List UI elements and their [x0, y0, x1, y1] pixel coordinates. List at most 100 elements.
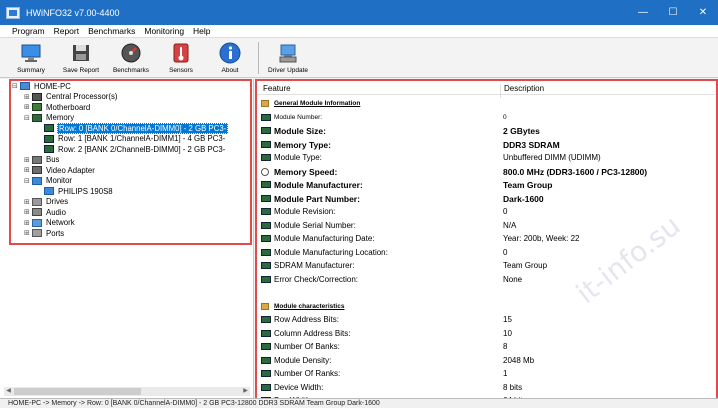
- description-cell: 8 bits: [503, 382, 523, 392]
- detail-row[interactable]: Module Manufacturing Date: Year: 200b, We…: [257, 232, 715, 246]
- feature-column-header[interactable]: Feature: [263, 84, 291, 93]
- memory-module-icon: [261, 329, 271, 337]
- close-button[interactable]: ✕: [688, 0, 718, 25]
- driver-update-icon: [276, 41, 300, 65]
- detail-row[interactable]: Module Manufacturer: Team Group: [257, 178, 715, 192]
- description-cell: 2 GBytes: [503, 126, 540, 136]
- dimm-icon: [44, 124, 54, 133]
- tree-node[interactable]: ⊞ Drives: [12, 197, 250, 208]
- section-header[interactable]: Module characteristics: [257, 300, 715, 314]
- detail-row[interactable]: Module Number: 0: [257, 111, 715, 125]
- tree-node[interactable]: ⊞ Central Processor(s): [12, 92, 250, 103]
- expand-icon[interactable]: ⊞: [24, 219, 32, 227]
- summary-button[interactable]: Summary: [14, 41, 48, 77]
- tree-node[interactable]: ⊞ Motherboard: [12, 102, 250, 113]
- memory-module-icon: [261, 208, 271, 215]
- expand-icon[interactable]: ⊞: [24, 103, 32, 111]
- expand-icon[interactable]: ⊞: [24, 93, 32, 101]
- driver-update-button[interactable]: Driver Update: [264, 41, 312, 77]
- column-divider[interactable]: [500, 84, 501, 98]
- port-icon: [32, 229, 42, 238]
- sensors-button[interactable]: Sensors: [164, 41, 198, 77]
- detail-row[interactable]: Memory Type: DDR3 SDRAM: [257, 138, 715, 152]
- memory-module-icon: [261, 154, 271, 161]
- feature-cell: Module Serial Number:: [274, 220, 356, 230]
- detail-row[interactable]: Column Address Bits: 10: [257, 327, 715, 341]
- save-report-button[interactable]: Save Report: [60, 41, 102, 77]
- detail-row[interactable]: Row Address Bits: 15: [257, 313, 715, 327]
- collapse-icon[interactable]: ⊟: [24, 114, 32, 122]
- detail-row[interactable]: Module Density: 2048 Mb: [257, 354, 715, 368]
- tree-node-label: Network: [46, 218, 75, 228]
- details-pane: Feature Description General Module Infor…: [255, 79, 718, 405]
- description-cell: DDR3 SDRAM: [503, 139, 560, 150]
- tree-node[interactable]: ⊞ Video Adapter: [12, 165, 250, 176]
- detail-row[interactable]: Number Of Banks: 8: [257, 340, 715, 354]
- detail-row[interactable]: SDRAM Manufacturer: Team Group: [257, 259, 715, 273]
- detail-row[interactable]: Module Type: Unbuffered DIMM (UDIMM): [257, 151, 715, 165]
- detail-row[interactable]: Error Check/Correction: None: [257, 273, 715, 287]
- tree-node[interactable]: ⊞ Audio: [12, 207, 250, 218]
- memory-module-icon: [261, 275, 271, 283]
- menu-program[interactable]: Program: [12, 26, 45, 36]
- description-cell: 2048 Mb: [503, 355, 535, 365]
- description-column-header[interactable]: Description: [504, 84, 544, 93]
- menu-monitoring[interactable]: Monitoring: [144, 26, 184, 36]
- tree-node-label: Row: 1 [BANK 1/ChannelA-DIMM1] - 4 GB PC…: [58, 134, 226, 144]
- description-cell: 800.0 MHz (DDR3-1600 / PC3-12800): [503, 166, 648, 177]
- minimize-button[interactable]: —: [628, 0, 658, 25]
- about-button[interactable]: About: [214, 41, 246, 77]
- section-header[interactable]: General Module Information: [257, 97, 715, 111]
- benchmarks-button[interactable]: Benchmarks: [110, 41, 152, 77]
- tree-node[interactable]: PHILIPS 190S8: [12, 186, 250, 197]
- description-cell: Unbuffered DIMM (UDIMM): [503, 153, 601, 162]
- tree-node[interactable]: Row: 0 [BANK 0/ChannelA-DIMM0] - 2 GB PC…: [12, 122, 250, 134]
- feature-cell: Module Part Number:: [274, 193, 360, 204]
- tree-node-label: Video Adapter: [46, 165, 95, 175]
- feature-cell: Module Manufacturing Location:: [274, 247, 388, 257]
- detail-row[interactable]: Number Of Ranks: 1: [257, 367, 715, 381]
- detail-row[interactable]: Module Serial Number: N/A: [257, 219, 715, 233]
- memory-module-icon: [261, 127, 271, 134]
- app-icon: [6, 6, 20, 19]
- menu-report[interactable]: Report: [54, 26, 80, 36]
- menu-bar: Program Report Benchmarks Monitoring Hel…: [0, 25, 718, 38]
- tree-node[interactable]: ⊟ Memory: [12, 113, 250, 124]
- tree-node[interactable]: Row: 2 [BANK 2/ChannelB-DIMM0] - 2 GB PC…: [12, 144, 250, 155]
- description-cell: 1: [503, 369, 508, 378]
- detail-row[interactable]: Module Part Number: Dark-1600: [257, 192, 715, 206]
- detail-row[interactable]: Module Manufacturing Location: 0: [257, 246, 715, 260]
- aud-icon: [32, 208, 42, 217]
- detail-row[interactable]: Memory Speed: 800.0 MHz (DDR3-1600 / PC3-…: [257, 165, 715, 179]
- expand-icon[interactable]: ⊞: [24, 198, 32, 206]
- feature-cell: Column Address Bits:: [274, 328, 351, 338]
- drv-icon: [32, 197, 42, 206]
- tree-node[interactable]: ⊞ Ports: [12, 228, 250, 239]
- menu-benchmarks[interactable]: Benchmarks: [88, 26, 135, 36]
- tree-node[interactable]: ⊟ Monitor: [12, 176, 250, 187]
- scroll-left-icon[interactable]: ◀: [4, 387, 13, 396]
- memory-module-icon: [261, 194, 271, 202]
- memory-module-icon: [261, 181, 271, 188]
- collapse-icon[interactable]: ⊟: [24, 177, 32, 185]
- dimm-icon: [44, 134, 54, 143]
- maximize-button[interactable]: ☐: [658, 0, 688, 25]
- collapse-icon[interactable]: ⊟: [12, 82, 20, 90]
- horizontal-scrollbar[interactable]: ◀ ▶: [4, 387, 250, 396]
- tree-node[interactable]: ⊞ Network: [12, 218, 250, 229]
- expand-icon[interactable]: ⊞: [24, 208, 32, 216]
- tree-node[interactable]: ⊞ Bus: [12, 155, 250, 166]
- detail-row[interactable]: Module Revision: 0: [257, 205, 715, 219]
- detail-row[interactable]: Device Width: 8 bits: [257, 381, 715, 395]
- menu-help[interactable]: Help: [193, 26, 210, 36]
- scrollbar-thumb[interactable]: [14, 388, 141, 395]
- tree-node[interactable]: ⊟ HOME-PC: [12, 81, 250, 92]
- section-icon: [261, 100, 269, 107]
- expand-icon[interactable]: ⊞: [24, 229, 32, 237]
- expand-icon[interactable]: ⊞: [24, 166, 32, 174]
- detail-row[interactable]: Module Size: 2 GBytes: [257, 124, 715, 138]
- tree-node[interactable]: Row: 1 [BANK 1/ChannelA-DIMM1] - 4 GB PC…: [12, 134, 250, 145]
- expand-icon[interactable]: ⊞: [24, 156, 32, 164]
- scroll-right-icon[interactable]: ▶: [241, 387, 250, 396]
- mon-icon: [32, 176, 42, 185]
